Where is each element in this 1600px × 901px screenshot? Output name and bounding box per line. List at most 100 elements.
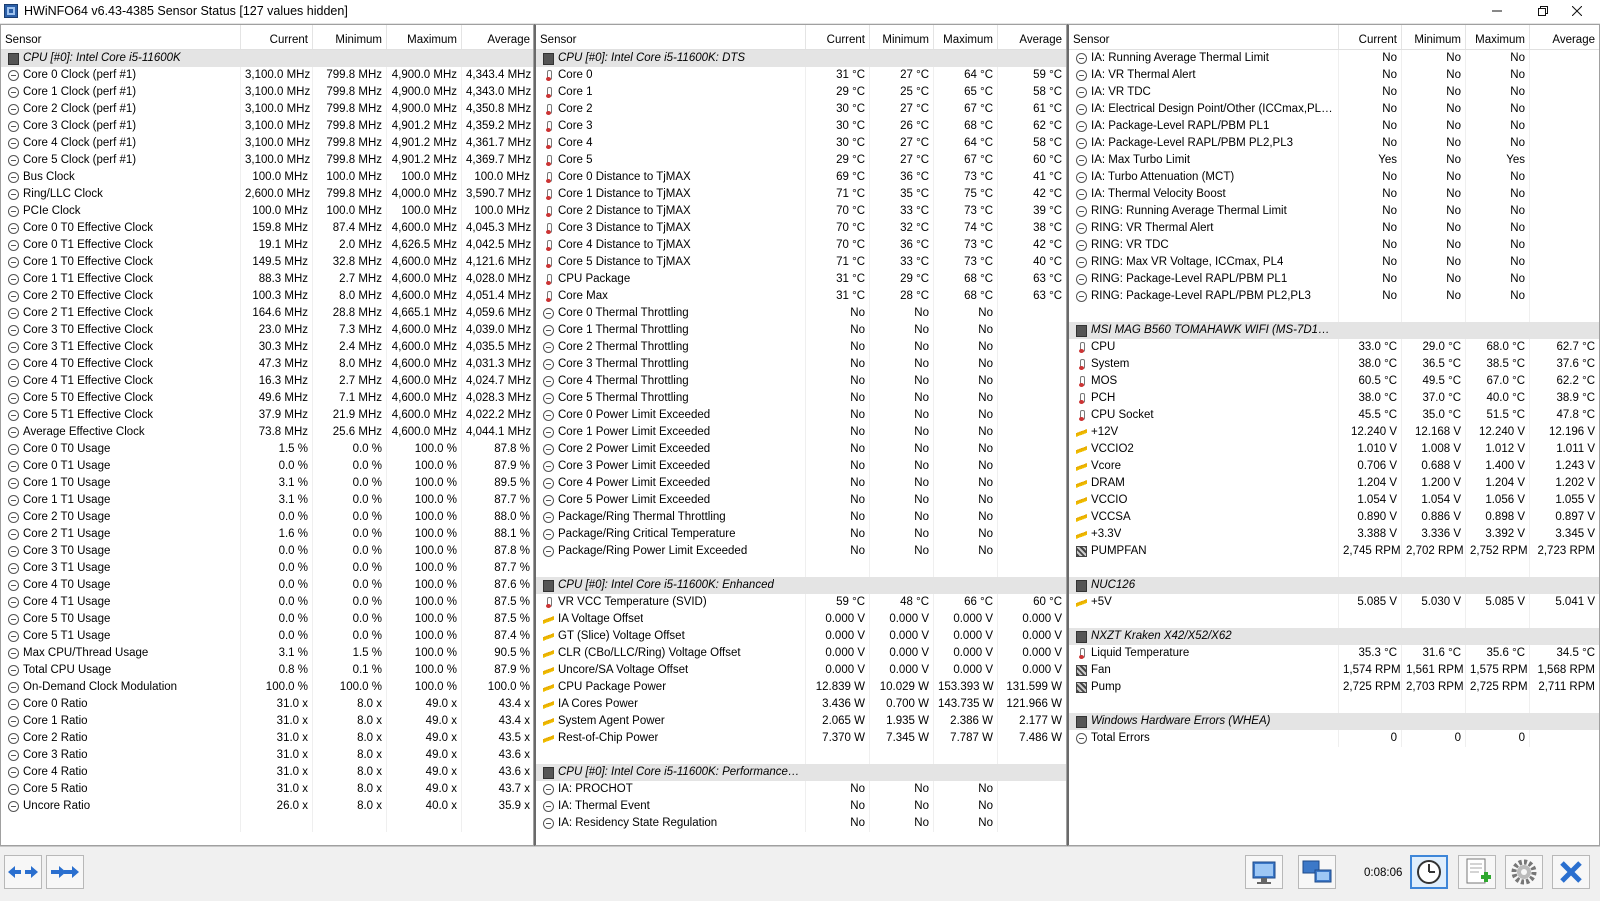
sensor-row[interactable]: Package/Ring Thermal Throttling No No No xyxy=(536,509,1066,526)
sensor-group-header[interactable]: NXZT Kraken X42/X52/X62 xyxy=(1069,628,1599,645)
sensor-row[interactable]: Package/Ring Power Limit Exceeded No No No xyxy=(536,543,1066,560)
column-header-minimum[interactable]: Minimum xyxy=(313,25,387,49)
sensor-row[interactable]: IA: Thermal Event No No No xyxy=(536,798,1066,815)
sensor-row[interactable]: Core 1 Distance to TjMAX 71 °C 35 °C 75 °C 4… xyxy=(536,186,1066,203)
sensor-row[interactable]: Core 0 Thermal Throttling No No No xyxy=(536,305,1066,322)
sensor-row[interactable]: Core 2 Ratio 31.0 x 8.0 x 49.0 x 43.5 x xyxy=(1,730,533,747)
sensor-row[interactable]: Core 4 T1 Usage 0.0 % 0.0 % 100.0 % 87.5 % xyxy=(1,594,533,611)
sensor-row[interactable]: Core 4 Power Limit Exceeded No No No xyxy=(536,475,1066,492)
column-header-current[interactable]: Current xyxy=(1339,25,1402,49)
column-header-average[interactable]: Average xyxy=(1530,25,1599,49)
sensor-row[interactable]: Core 2 T0 Usage 0.0 % 0.0 % 100.0 % 88.0 % xyxy=(1,509,533,526)
sensor-row[interactable]: Core 5 Power Limit Exceeded No No No xyxy=(536,492,1066,509)
sensor-row[interactable]: Pump 2,725 RPM 2,703 RPM 2,725 RPM 2,711 RPM xyxy=(1069,679,1599,696)
sensor-row[interactable]: PUMPFAN 2,745 RPM 2,702 RPM 2,752 RPM 2,723 … xyxy=(1069,543,1599,560)
sensor-row[interactable]: RING: VR Thermal Alert No No No xyxy=(1069,220,1599,237)
sensor-row[interactable]: RING: Max VR Voltage, ICCmax, PL4 No No No xyxy=(1069,254,1599,271)
sensor-row[interactable]: Total CPU Usage 0.8 % 0.1 % 100.0 % 87.9 % xyxy=(1,662,533,679)
sensor-row[interactable]: PCH 38.0 °C 37.0 °C 40.0 °C 38.9 °C xyxy=(1069,390,1599,407)
sensor-group-header[interactable]: MSI MAG B560 TOMAHAWK WIFI (MS-7D15) (Nu… xyxy=(1069,322,1599,339)
close-sensors-button[interactable] xyxy=(1552,855,1590,889)
sensor-row[interactable]: VCCSA 0.890 V 0.886 V 0.898 V 0.897 V xyxy=(1069,509,1599,526)
sensor-row[interactable]: Total Errors 0 0 0 xyxy=(1069,730,1599,747)
sensor-row[interactable]: IA: Residency State Regulation No No No xyxy=(536,815,1066,832)
sensor-row[interactable]: Core 2 Power Limit Exceeded No No No xyxy=(536,441,1066,458)
sensor-row[interactable]: RING: Running Average Thermal Limit No No N… xyxy=(1069,203,1599,220)
network-button[interactable] xyxy=(1298,855,1336,889)
sensor-row[interactable]: Core 1 29 °C 25 °C 65 °C 58 °C xyxy=(536,84,1066,101)
sensor-row[interactable]: Core 1 T0 Usage 3.1 % 0.0 % 100.0 % 89.5 % xyxy=(1,475,533,492)
sensor-row[interactable]: Core 5 29 °C 27 °C 67 °C 60 °C xyxy=(536,152,1066,169)
column-header-average[interactable]: Average xyxy=(998,25,1066,49)
sensor-row[interactable]: Core 4 Distance to TjMAX 70 °C 36 °C 73 °C 4… xyxy=(536,237,1066,254)
sensor-row[interactable]: +12V 12.240 V 12.168 V 12.240 V 12.196 V xyxy=(1069,424,1599,441)
sensor-row[interactable]: GT (Slice) Voltage Offset 0.000 V 0.000 V0… xyxy=(536,628,1066,645)
sensor-row[interactable]: Core 4 T0 Usage 0.0 % 0.0 % 100.0 % 87.6 % xyxy=(1,577,533,594)
sensor-panel-right[interactable]: Sensor Current Minimum Maximum Average IA: Ru… xyxy=(1067,24,1600,846)
sensor-row[interactable]: IA Cores Power 3.436 W 0.700 W 143.735 W 121… xyxy=(536,696,1066,713)
sensor-row[interactable]: On-Demand Clock Modulation 100.0 % 100.0 %… xyxy=(1,679,533,696)
column-header-sensor[interactable]: Sensor xyxy=(1069,25,1339,49)
sensor-row[interactable]: Core 4 Thermal Throttling No No No xyxy=(536,373,1066,390)
sensor-group-header[interactable]: NUC126 xyxy=(1069,577,1599,594)
sensor-row[interactable]: Core 5 Clock (perf #1) 3,100.0 MHz 799.8 M… xyxy=(1,152,533,169)
sensor-panel-middle[interactable]: Sensor Current Minimum Maximum Average CPU [#… xyxy=(534,24,1067,846)
column-header-maximum[interactable]: Maximum xyxy=(387,25,462,49)
sensor-row[interactable]: CPU 33.0 °C 29.0 °C 68.0 °C 62.7 °C xyxy=(1069,339,1599,356)
sensor-row[interactable]: Core 4 T1 Effective Clock 16.3 MHz 2.7 MHz… xyxy=(1,373,533,390)
close-window-button[interactable] xyxy=(1554,0,1600,23)
sensor-row[interactable]: Core 1 Thermal Throttling No No No xyxy=(536,322,1066,339)
sensor-row[interactable]: VR VCC Temperature (SVID) 59 °C 48 °C 66 °C… xyxy=(536,594,1066,611)
sensor-row[interactable]: Fan 1,574 RPM 1,561 RPM 1,575 RPM 1,568 RPM xyxy=(1069,662,1599,679)
sensor-row[interactable]: MOS 60.5 °C 49.5 °C 67.0 °C 62.2 °C xyxy=(1069,373,1599,390)
sensor-row[interactable]: RING: Package-Level RAPL/PBM PL2,PL3 No No… xyxy=(1069,288,1599,305)
sensor-group-header[interactable]: CPU [#0]: Intel Core i5-11600K xyxy=(1,50,533,67)
column-header-maximum[interactable]: Maximum xyxy=(934,25,998,49)
sensor-row[interactable]: IA: Max Turbo Limit Yes No Yes xyxy=(1069,152,1599,169)
sensor-row[interactable]: Core 3 T1 Effective Clock 30.3 MHz 2.4 MHz… xyxy=(1,339,533,356)
sensor-row[interactable]: Core 2 T1 Usage 1.6 % 0.0 % 100.0 % 88.1 % xyxy=(1,526,533,543)
sensor-row[interactable]: CPU Package 31 °C 29 °C 68 °C 63 °C xyxy=(536,271,1066,288)
sensor-row[interactable]: Core 3 Distance to TjMAX 70 °C 32 °C 74 °C 3… xyxy=(536,220,1066,237)
sensor-row[interactable]: Core 3 T1 Usage 0.0 % 0.0 % 100.0 % 87.7 % xyxy=(1,560,533,577)
sensor-row[interactable]: Rest-of-Chip Power 7.370 W 7.345 W 7.787 W7… xyxy=(536,730,1066,747)
column-header-minimum[interactable]: Minimum xyxy=(1402,25,1466,49)
sensor-row[interactable]: CLR (CBo/LLC/Ring) Voltage Offset 0.000 V… xyxy=(536,645,1066,662)
sensor-row[interactable]: Core 0 Ratio 31.0 x 8.0 x 49.0 x 43.4 x xyxy=(1,696,533,713)
sensor-row[interactable]: Core 5 T0 Usage 0.0 % 0.0 % 100.0 % 87.5 % xyxy=(1,611,533,628)
sensor-row[interactable]: DRAM 1.204 V 1.200 V 1.204 V 1.202 V xyxy=(1069,475,1599,492)
sensor-row[interactable]: CPU Package Power 12.839 W 10.029 W 153.393… xyxy=(536,679,1066,696)
sensor-row[interactable]: Core 3 Ratio 31.0 x 8.0 x 49.0 x 43.6 x xyxy=(1,747,533,764)
logging-button[interactable] xyxy=(1458,855,1496,889)
sensor-row[interactable]: Max CPU/Thread Usage 3.1 % 1.5 % 100.0 % 90.… xyxy=(1,645,533,662)
sensor-row[interactable]: Core 5 T0 Effective Clock 49.6 MHz 7.1 MHz… xyxy=(1,390,533,407)
settings-button[interactable] xyxy=(1505,855,1543,889)
sensor-row[interactable]: System Agent Power 2.065 W 1.935 W 2.386 W2… xyxy=(536,713,1066,730)
sensor-row[interactable]: Package/Ring Critical Temperature No No No xyxy=(536,526,1066,543)
column-header-current[interactable]: Current xyxy=(806,25,870,49)
sensor-row[interactable]: IA Voltage Offset 0.000 V 0.000 V 0.000 V 0.… xyxy=(536,611,1066,628)
sensor-row[interactable]: Core 1 Ratio 31.0 x 8.0 x 49.0 x 43.4 x xyxy=(1,713,533,730)
column-header-maximum[interactable]: Maximum xyxy=(1466,25,1530,49)
sensor-row[interactable]: Core 2 Thermal Throttling No No No xyxy=(536,339,1066,356)
sensor-row[interactable]: Core 2 Clock (perf #1) 3,100.0 MHz 799.8 M… xyxy=(1,101,533,118)
sensor-row[interactable]: Core 5 T1 Usage 0.0 % 0.0 % 100.0 % 87.4 % xyxy=(1,628,533,645)
sensor-row[interactable]: IA: PROCHOT No No No xyxy=(536,781,1066,798)
sensor-row[interactable]: Core 3 T0 Usage 0.0 % 0.0 % 100.0 % 87.8 % xyxy=(1,543,533,560)
column-header-current[interactable]: Current xyxy=(241,25,313,49)
sensor-row[interactable]: Core 5 Thermal Throttling No No No xyxy=(536,390,1066,407)
sensor-row[interactable]: Core 5 Ratio 31.0 x 8.0 x 49.0 x 43.7 x xyxy=(1,781,533,798)
sensor-row[interactable]: Core 0 T1 Usage 0.0 % 0.0 % 100.0 % 87.9 % xyxy=(1,458,533,475)
sensor-row[interactable]: Core 0 T1 Effective Clock 19.1 MHz 2.0 MHz… xyxy=(1,237,533,254)
sensor-row[interactable]: Core 2 T0 Effective Clock 100.3 MHz 8.0 MH… xyxy=(1,288,533,305)
sensor-row[interactable]: IA: Package-Level RAPL/PBM PL1 No No No xyxy=(1069,118,1599,135)
sensor-row[interactable]: Core 2 Distance to TjMAX 70 °C 33 °C 73 °C 3… xyxy=(536,203,1066,220)
sensor-row[interactable]: Core 2 T1 Effective Clock 164.6 MHz 28.8 M… xyxy=(1,305,533,322)
sensor-row[interactable]: IA: Electrical Design Point/Other (ICCma… xyxy=(1069,101,1599,118)
sensor-row[interactable]: Core 3 T0 Effective Clock 23.0 MHz 7.3 MHz… xyxy=(1,322,533,339)
sensor-row[interactable]: Core 1 T1 Usage 3.1 % 0.0 % 100.0 % 87.7 % xyxy=(1,492,533,509)
sensor-row[interactable]: Core 4 Clock (perf #1) 3,100.0 MHz 799.8 M… xyxy=(1,135,533,152)
sensor-row[interactable]: Core 4 30 °C 27 °C 64 °C 58 °C xyxy=(536,135,1066,152)
sensor-row[interactable]: +3.3V 3.388 V 3.336 V 3.392 V 3.345 V xyxy=(1069,526,1599,543)
sensor-row[interactable]: Core 0 Power Limit Exceeded No No No xyxy=(536,407,1066,424)
